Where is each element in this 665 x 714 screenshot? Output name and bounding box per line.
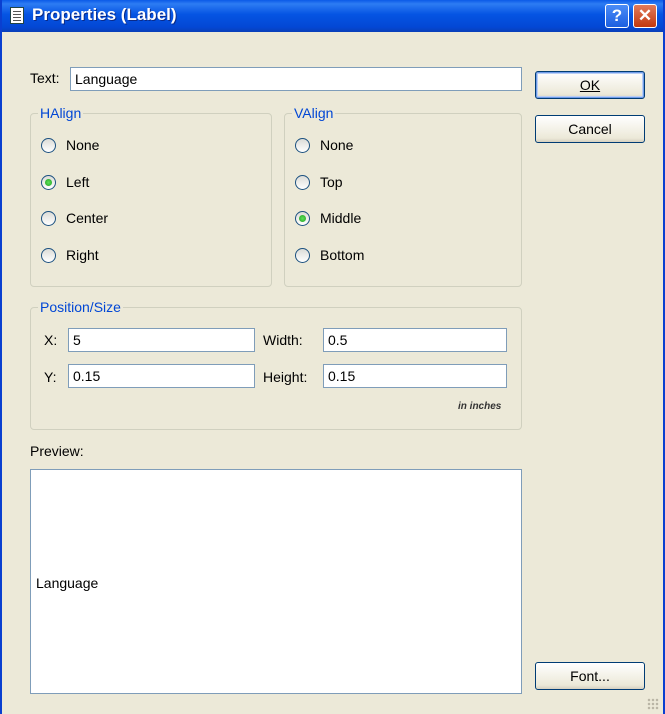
question-mark-icon: ? [611, 6, 623, 25]
valign-group: VAlign None Top Middle Bottom [284, 105, 522, 287]
radio-left[interactable] [41, 175, 56, 190]
properties-dialog: Properties (Label) ? ✕ Text: OK Cancel F… [0, 0, 665, 714]
title-bar[interactable]: Properties (Label) ? ✕ [2, 0, 663, 32]
radio-label: Left [66, 174, 90, 190]
preview-text: Language [36, 575, 99, 591]
ok-button-label: OK [579, 77, 601, 93]
preview-pane: Language [30, 469, 522, 694]
radio-center[interactable] [41, 211, 56, 226]
radio-label: None [66, 137, 100, 153]
resize-grip-icon[interactable] [647, 698, 659, 710]
radio-label: None [320, 137, 354, 153]
radio-right[interactable] [41, 248, 56, 263]
halign-title: HAlign [38, 105, 84, 121]
preview-label: Preview: [30, 443, 84, 459]
width-label: Width: [263, 332, 303, 348]
radio-label: Bottom [320, 247, 365, 263]
ok-button[interactable]: OK [535, 71, 645, 99]
y-input[interactable] [68, 364, 255, 388]
unit-note: in inches [458, 401, 502, 412]
dialog-title: Properties (Label) [32, 5, 177, 24]
radio-label: Right [66, 247, 99, 263]
halign-group: HAlign None Left Center Right [30, 105, 272, 287]
radio-label: Center [66, 210, 109, 226]
font-button-label: Font... [570, 668, 610, 684]
x-input[interactable] [68, 328, 255, 352]
radio-middle[interactable] [295, 211, 310, 226]
radio-none[interactable] [295, 138, 310, 153]
radio-label: Top [320, 174, 343, 190]
position-size-title: Position/Size [38, 299, 123, 315]
radio-none[interactable] [41, 138, 56, 153]
text-label: Text: [30, 70, 60, 86]
radio-top[interactable] [295, 175, 310, 190]
height-label: Height: [263, 369, 308, 385]
width-input[interactable] [323, 328, 507, 352]
valign-title: VAlign [292, 105, 336, 121]
cancel-button[interactable]: Cancel [535, 115, 645, 143]
help-button[interactable]: ? [605, 4, 629, 28]
radio-label: Middle [320, 210, 362, 226]
y-label: Y: [44, 369, 57, 385]
close-icon: ✕ [637, 6, 653, 25]
height-input[interactable] [323, 364, 507, 388]
text-input[interactable] [70, 67, 522, 91]
radio-bottom[interactable] [295, 248, 310, 263]
cancel-button-label: Cancel [568, 121, 612, 137]
close-button[interactable]: ✕ [633, 4, 657, 28]
document-icon [10, 7, 24, 24]
x-label: X: [44, 332, 58, 348]
position-size-group: Position/Size X: Width: Y: Height: in in… [30, 299, 522, 430]
font-button[interactable]: Font... [535, 662, 645, 690]
